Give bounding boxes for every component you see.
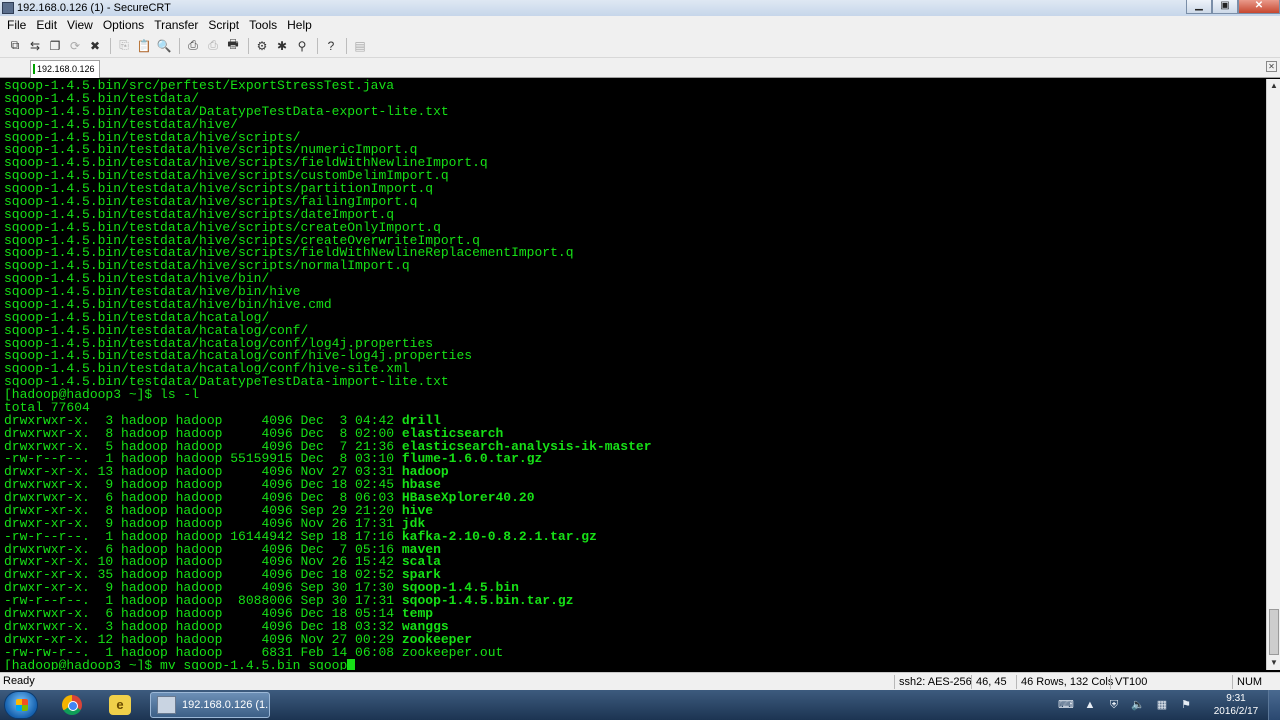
minimize-button[interactable]: ▁ <box>1186 0 1212 14</box>
print-selection-icon[interactable]: ⎙ <box>204 37 222 55</box>
terminal-scrollbar[interactable]: ▲ ▼ <box>1266 79 1280 670</box>
status-numlock: NUM <box>1232 675 1262 689</box>
menu-transfer[interactable]: Transfer <box>149 16 203 34</box>
scrollbar-thumb[interactable] <box>1269 609 1279 655</box>
menu-file[interactable]: File <box>2 16 31 34</box>
action-center-icon[interactable]: ⚑ <box>1178 697 1194 713</box>
securecrt-taskbar-icon <box>157 696 176 714</box>
status-terminal-size: 46 Rows, 132 Cols <box>1016 675 1113 689</box>
system-tray: ⌨ ▲ ⛨ 🔈 ▦ ⚑ 9:31 2016/2/17 <box>1054 690 1280 720</box>
connect-icon[interactable]: ⧉ <box>6 37 24 55</box>
terminal-output[interactable]: sqoop-1.4.5.bin/src/perftest/ExportStres… <box>0 79 1266 670</box>
menu-tools[interactable]: Tools <box>244 16 282 34</box>
connected-indicator-icon <box>33 64 35 74</box>
close-button[interactable]: ✕ <box>1238 0 1280 14</box>
taskbar-chrome[interactable] <box>52 693 92 717</box>
app-launcher-icon: e <box>109 695 131 715</box>
clock-date: 2016/2/17 <box>1213 706 1259 717</box>
global-options-icon[interactable]: ✱ <box>273 37 291 55</box>
terminal-cursor <box>347 659 356 670</box>
maximize-button[interactable]: ▣ <box>1212 0 1238 14</box>
paste-icon[interactable]: 📋 <box>135 37 153 55</box>
taskbar-securecrt-label: 192.168.0.126 (1... <box>181 699 269 711</box>
reconnect-icon[interactable]: ⟳ <box>66 37 84 55</box>
menu-view[interactable]: View <box>62 16 98 34</box>
toolbar-separator <box>110 37 111 54</box>
menu-bar: File Edit View Options Transfer Script T… <box>0 16 1280 34</box>
connect-tab-icon[interactable]: ❐ <box>46 37 64 55</box>
status-cipher: ssh2: AES-256 <box>894 675 972 689</box>
toolbar-separator <box>317 37 318 54</box>
menu-help[interactable]: Help <box>282 16 317 34</box>
terminal-line-text: -rw-rw-r--. 1 hadoop hadoop 6831 Feb 14 … <box>4 644 402 660</box>
terminal-line: [hadoop@hadoop3 ~]$ ls -l <box>4 388 1266 402</box>
menu-edit[interactable]: Edit <box>31 16 62 34</box>
windows-logo-icon <box>16 699 28 711</box>
clock[interactable]: 9:31 2016/2/17 <box>1204 692 1268 718</box>
security-icon[interactable]: ⛨ <box>1106 697 1122 713</box>
disconnect-icon[interactable]: ✖ <box>86 37 104 55</box>
window-title: 192.168.0.126 (1) - SecureCRT <box>17 2 171 14</box>
menu-script[interactable]: Script <box>203 16 244 34</box>
title-bar[interactable]: 192.168.0.126 (1) - SecureCRT ▁ ▣ ✕ <box>0 0 1280 16</box>
copy-icon[interactable]: ⎘ <box>115 37 133 55</box>
windows-taskbar: e 192.168.0.126 (1... ⌨ ▲ ⛨ 🔈 ▦ ⚑ 9:31 2… <box>0 690 1280 720</box>
toolbar: ⧉ ⇆ ❐ ⟳ ✖ ⎘ 📋 🔍 ⎙ ⎙ 🖶 ⚙ ✱ ⚲? ▤ <box>0 34 1280 58</box>
chrome-icon <box>62 695 82 715</box>
start-button[interactable] <box>4 691 38 719</box>
print-icon[interactable]: ⎙ <box>184 37 202 55</box>
status-emulation: VT100 <box>1110 675 1147 689</box>
toolbar-separator <box>248 37 249 54</box>
show-desktop-button[interactable] <box>1268 690 1280 720</box>
help-icon[interactable]: ? <box>322 37 340 55</box>
close-tab-icon[interactable]: ✕ <box>1266 61 1277 72</box>
taskbar-app[interactable]: e <box>100 693 140 717</box>
scroll-up-icon[interactable]: ▲ <box>1267 79 1280 93</box>
session-options-icon[interactable]: ⚙ <box>253 37 271 55</box>
toolbar-separator <box>179 37 180 54</box>
network-icon[interactable]: ▦ <box>1154 697 1170 713</box>
clock-time: 9:31 <box>1226 693 1246 704</box>
keymap-icon[interactable]: ⚲ <box>293 37 311 55</box>
securecrt-window: 192.168.0.126 (1) - SecureCRT ▁ ▣ ✕ File… <box>0 0 1280 720</box>
show-hidden-icons-icon[interactable]: ▲ <box>1082 697 1098 713</box>
menu-options[interactable]: Options <box>98 16 149 34</box>
securecrt-app-icon[interactable] <box>2 2 14 14</box>
toolbar-separator <box>346 37 347 54</box>
terminal-line: [hadoop@hadoop3 ~]$ mv sqoop-1.4.5.bin s… <box>4 659 1266 670</box>
quick-connect-icon[interactable]: ⇆ <box>26 37 44 55</box>
find-icon[interactable]: 🔍 <box>155 37 173 55</box>
status-bar: Ready ssh2: AES-256 46, 45 46 Rows, 132 … <box>0 672 1280 690</box>
printer-icon[interactable]: 🖶 <box>224 37 242 55</box>
status-ready: Ready <box>3 675 35 687</box>
session-tab[interactable]: 192.168.0.126 (1) <box>30 60 100 90</box>
volume-icon[interactable]: 🔈 <box>1130 697 1146 713</box>
taskbar-securecrt[interactable]: 192.168.0.126 (1... <box>150 692 270 718</box>
sftp-icon[interactable]: ▤ <box>351 37 369 55</box>
window-controls: ▁ ▣ ✕ <box>1186 0 1280 14</box>
status-cursor-position: 46, 45 <box>971 675 1007 689</box>
keyboard-icon[interactable]: ⌨ <box>1058 697 1074 713</box>
terminal-line-text: [hadoop@hadoop3 ~]$ mv sqoop-1.4.5.bin s… <box>4 658 348 670</box>
scroll-down-icon[interactable]: ▼ <box>1267 656 1280 670</box>
file-name: zookeeper.out <box>401 644 504 660</box>
session-tab-bar: 192.168.0.126 (1) ✕ <box>0 58 1280 90</box>
